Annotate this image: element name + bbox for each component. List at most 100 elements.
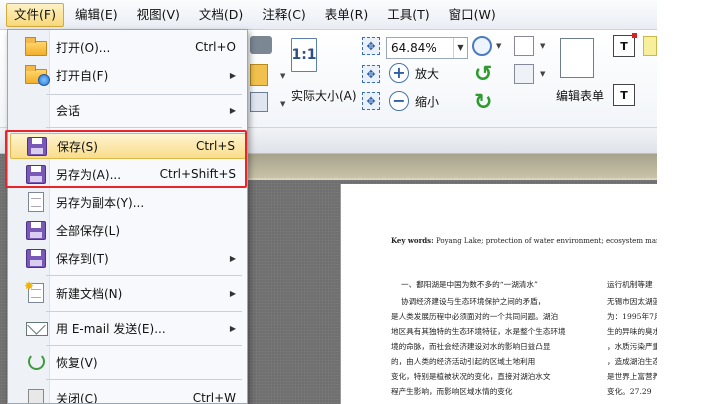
menu-item-restore[interactable]: 恢复(V) <box>10 349 246 375</box>
menu-form[interactable]: 表单(R) <box>317 3 376 27</box>
clipboard-icon[interactable] <box>250 64 268 86</box>
text-box-form-icon[interactable]: T <box>613 84 635 106</box>
menu-view[interactable]: 视图(V) <box>129 3 188 27</box>
menu-separator <box>46 345 242 346</box>
menu-edit[interactable]: 编辑(E) <box>67 3 126 27</box>
document-line-col2: 为：1995年7月 <box>607 312 657 321</box>
menu-separator <box>46 379 242 380</box>
menu-separator <box>46 127 242 128</box>
menu-item-close[interactable]: 关闭(C) Ctrl+W <box>10 385 246 404</box>
zoom-out-icon: − <box>389 91 409 111</box>
file-menu-dropdown: 打开(O)... Ctrl+O 打开自(F) ▶ 会话 ▶ 保存(S) Ctrl… <box>7 29 248 404</box>
snapshot-icon[interactable] <box>250 36 272 54</box>
menu-item-email[interactable]: 用 E-mail 发送(E)... ▶ <box>10 315 246 341</box>
close-document-icon <box>24 387 50 403</box>
magnifier-dropdown-icon[interactable]: ▼ <box>496 42 501 50</box>
actual-size-button[interactable]: 1:1 <box>291 38 317 72</box>
submenu-arrow-icon: ▶ <box>229 323 236 333</box>
form-field-dropdown-icon[interactable]: ▼ <box>540 42 545 50</box>
menu-document[interactable]: 文档(D) <box>191 3 251 27</box>
zoom-level-value: 64.84% <box>391 41 437 55</box>
menu-file[interactable]: 文件(F) <box>6 2 64 27</box>
menu-item-label: 打开自(F) <box>56 68 109 83</box>
menu-item-save-to[interactable]: 保存到(T) ▶ <box>10 245 246 271</box>
keywords-line: Key words: Poyang Lake; protection of wa… <box>391 236 657 245</box>
document-line: 的，由人类的经济活动引起的区域土地利用 <box>391 357 536 366</box>
menu-item-shortcut: Ctrl+O <box>195 40 236 54</box>
submenu-arrow-icon: ▶ <box>229 288 236 298</box>
zoom-out-button[interactable]: − 缩小 <box>389 91 439 111</box>
menu-item-open[interactable]: 打开(O)... Ctrl+O <box>10 34 246 60</box>
text-field-dropdown-icon[interactable]: ▼ <box>540 70 545 78</box>
actual-size-icon: 1:1 <box>291 38 317 72</box>
menu-item-new-document[interactable]: ✸ 新建文档(N) ▶ <box>10 279 246 306</box>
keywords-text: Poyang Lake; protection of water environ… <box>435 237 657 245</box>
rotate-right-icon[interactable]: ↻ <box>474 90 492 115</box>
save-copy-icon <box>24 191 50 213</box>
zoom-out-label: 缩小 <box>415 94 440 109</box>
document-line-col2: ，水质污染严重 <box>607 342 657 351</box>
menu-separator <box>46 94 242 95</box>
form-field-icon[interactable] <box>514 36 534 56</box>
edit-form-icon[interactable] <box>560 38 594 78</box>
restore-icon <box>24 351 50 373</box>
magnifier-icon[interactable] <box>472 36 492 56</box>
document-line: 程产生影响，而影响区域水情的变化 <box>391 387 513 396</box>
menu-separator <box>46 275 242 276</box>
document-line-col2: ，造成湖泊生态 <box>607 357 657 366</box>
menu-item-label: 另存为副本(Y)... <box>56 195 145 210</box>
menu-item-save-copy[interactable]: 另存为副本(Y)... <box>10 189 246 215</box>
page-shadow-edge <box>246 154 657 180</box>
menu-item-label: 全部保存(L) <box>56 223 121 238</box>
document-line-col2: 运行机制等建 <box>607 280 653 289</box>
menu-item-open-from[interactable]: 打开自(F) ▶ <box>10 62 246 88</box>
blank-icon <box>24 99 50 121</box>
zoom-in-label: 放大 <box>415 66 440 81</box>
menu-item-label: 打开(O)... <box>56 40 111 55</box>
document-line-col2: 无锡市因太湖蓝 <box>607 297 657 306</box>
rotate-left-icon[interactable]: ↺ <box>474 62 492 87</box>
select-tool-icon[interactable] <box>250 92 268 112</box>
zoom-in-button[interactable]: + 放大 <box>389 63 439 83</box>
submenu-arrow-icon: ▶ <box>229 105 236 115</box>
folder-globe-icon <box>24 64 50 86</box>
document-line-col2: 变化。27.29 <box>607 387 652 396</box>
menu-tools[interactable]: 工具(T) <box>379 3 437 27</box>
zoom-in-icon: + <box>389 63 409 83</box>
menu-separator <box>46 311 242 312</box>
document-line: 一、鄱阳湖是中国为数不多的“一湖清水” <box>401 280 538 289</box>
document-line: 地区具有其独特的生态环境特征，水是整个生态环境 <box>391 327 566 336</box>
save-to-icon <box>24 247 50 269</box>
text-field-icon[interactable] <box>514 64 534 84</box>
menu-window[interactable]: 窗口(W) <box>441 3 504 27</box>
menu-item-label: 保存到(T) <box>56 251 109 266</box>
menu-bar: 文件(F) 编辑(E) 视图(V) 文档(D) 注释(C) 表单(R) 工具(T… <box>0 0 657 30</box>
folder-open-icon <box>24 36 50 58</box>
note-icon[interactable] <box>643 36 657 56</box>
actual-size-label: 实际大小(A) <box>291 89 357 103</box>
keywords-label: Key words: <box>391 236 434 245</box>
pdf-page: Key words: Poyang Lake; protection of wa… <box>340 184 657 404</box>
submenu-arrow-icon: ▶ <box>229 253 236 263</box>
menu-item-session[interactable]: 会话 ▶ <box>10 97 246 123</box>
select-tool-dropdown-icon[interactable]: ▼ <box>280 100 285 108</box>
clipboard-dropdown-icon[interactable]: ▼ <box>280 72 285 80</box>
document-line: 境的命脉，而社会经济建设对水的影响日益凸显 <box>391 342 551 351</box>
menu-item-label: 新建文档(N) <box>56 286 123 301</box>
menu-item-shortcut: Ctrl+W <box>192 391 236 404</box>
text-field-form-icon[interactable]: T <box>613 33 637 57</box>
menu-comment[interactable]: 注释(C) <box>254 3 313 27</box>
document-line: 是人类发展历程中必须面对的一个共同问题。湖泊 <box>391 312 559 321</box>
highlight-annotation-box <box>5 130 247 188</box>
document-line: 协调经济建设与生态环境保护之间的矛盾， <box>401 297 546 306</box>
menu-item-label: 关闭(C) <box>56 391 98 404</box>
menu-item-save-all[interactable]: 全部保存(L) <box>10 217 246 243</box>
fit-visible-icon[interactable]: ✥ <box>362 92 380 110</box>
menu-item-label: 恢复(V) <box>56 355 98 370</box>
fit-page-icon[interactable]: ✥ <box>362 37 380 55</box>
fit-width-icon[interactable]: ✥ <box>362 65 380 83</box>
chevron-down-icon[interactable]: ▼ <box>453 38 467 58</box>
zoom-level-select[interactable]: 64.84% ▼ <box>386 37 468 59</box>
email-icon <box>24 317 50 339</box>
new-document-icon: ✸ <box>24 279 50 304</box>
